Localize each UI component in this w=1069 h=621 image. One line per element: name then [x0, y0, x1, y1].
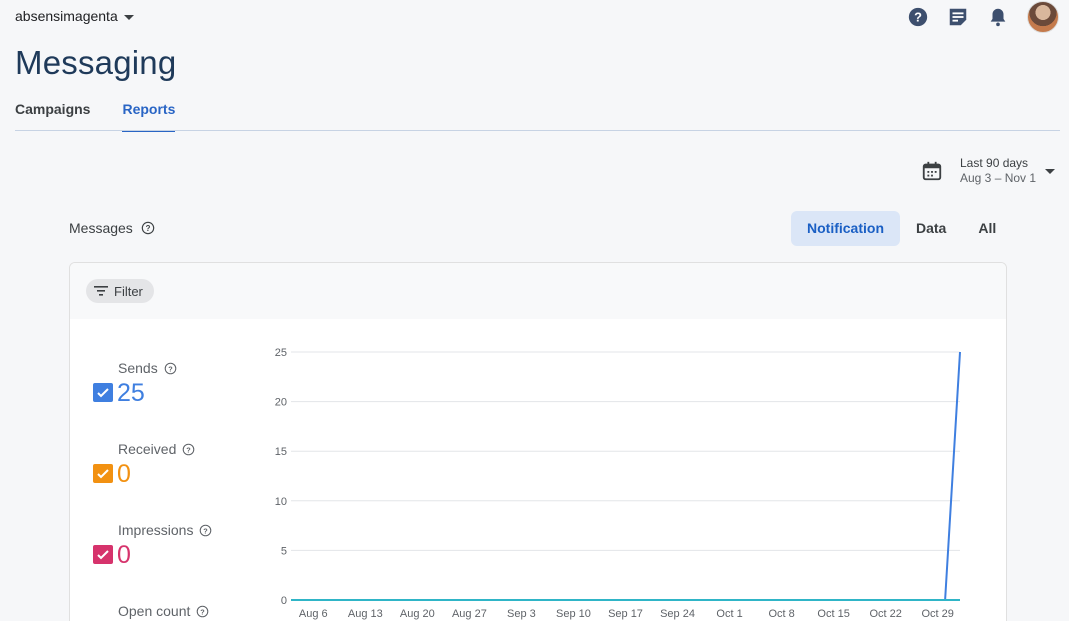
- x-tick-label: Aug 13: [348, 608, 383, 620]
- y-tick-label: 20: [275, 397, 287, 409]
- tabs-divider: [15, 130, 1060, 131]
- messages-line-chart: 0 5 10 15 20 25 Aug 6 Aug 13 Aug 20 Aug 27 Sep 3 Se…: [275, 347, 961, 620]
- toggle-notification[interactable]: Notification: [791, 211, 900, 246]
- x-tick-label: Oct 29: [921, 608, 953, 620]
- date-range-selector[interactable]: Last 90 days Aug 3 – Nov 1: [921, 156, 1056, 186]
- x-tick-label: Aug 20: [400, 608, 435, 620]
- x-tick-label: Oct 8: [768, 608, 794, 620]
- svg-text:?: ?: [145, 224, 150, 233]
- x-tick-label: Aug 6: [299, 608, 328, 620]
- help-icon[interactable]: ?: [907, 6, 929, 28]
- tab-bar: Campaigns Reports: [15, 101, 207, 132]
- x-tick-label: Oct 1: [716, 608, 742, 620]
- x-tick-label: Sep 3: [507, 608, 536, 620]
- messages-card: Filter Sends ? 25 Received ? 0 Impressio…: [69, 262, 1007, 621]
- y-tick-label: 0: [281, 595, 287, 607]
- date-range-label: Last 90 days: [960, 156, 1029, 170]
- top-bar: absensimagenta ?: [0, 0, 1069, 34]
- svg-text:?: ?: [914, 10, 922, 25]
- messages-section-label: Messages ?: [69, 220, 155, 236]
- series-line-sends: [291, 351, 961, 601]
- y-tick-label: 5: [281, 545, 287, 557]
- help-outline-icon[interactable]: ?: [141, 221, 155, 235]
- toggle-data[interactable]: Data: [900, 211, 962, 246]
- project-name: absensimagenta: [15, 8, 118, 24]
- x-tick-label: Sep 17: [608, 608, 643, 620]
- x-tick-label: Sep 24: [660, 608, 695, 620]
- y-tick-label: 15: [275, 446, 287, 458]
- x-tick-label: Oct 22: [869, 608, 901, 620]
- tab-campaigns[interactable]: Campaigns: [15, 101, 90, 132]
- message-type-toggle: Notification Data All: [791, 211, 1012, 246]
- x-tick-label: Sep 10: [556, 608, 591, 620]
- y-tick-label: 10: [275, 496, 287, 508]
- project-selector[interactable]: absensimagenta: [15, 8, 134, 24]
- feedback-icon[interactable]: [947, 6, 969, 28]
- x-tick-label: Aug 27: [452, 608, 487, 620]
- y-tick-label: 25: [275, 347, 287, 359]
- chevron-down-icon: [123, 14, 134, 20]
- tab-reports[interactable]: Reports: [122, 101, 176, 132]
- calendar-icon: [922, 161, 942, 181]
- chevron-down-icon: [1045, 168, 1056, 174]
- page-title: Messaging: [15, 44, 177, 81]
- notifications-icon[interactable]: [987, 6, 1009, 28]
- toggle-all[interactable]: All: [962, 211, 1012, 246]
- date-range-value: Aug 3 – Nov 1: [960, 171, 1037, 185]
- avatar[interactable]: [1027, 1, 1059, 33]
- x-tick-label: Oct 15: [817, 608, 849, 620]
- section-title: Messages: [69, 220, 133, 236]
